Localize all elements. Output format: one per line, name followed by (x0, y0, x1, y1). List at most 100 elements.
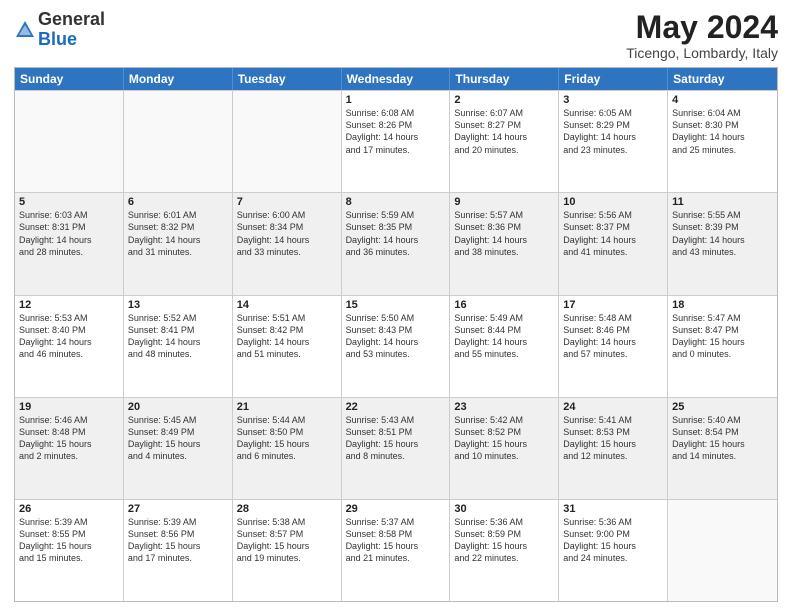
calendar-cell: 12Sunrise: 5:53 AM Sunset: 8:40 PM Dayli… (15, 296, 124, 397)
calendar-cell: 27Sunrise: 5:39 AM Sunset: 8:56 PM Dayli… (124, 500, 233, 601)
cell-info: Sunrise: 5:55 AM Sunset: 8:39 PM Dayligh… (672, 209, 773, 258)
cell-info: Sunrise: 6:03 AM Sunset: 8:31 PM Dayligh… (19, 209, 119, 258)
calendar-header: SundayMondayTuesdayWednesdayThursdayFrid… (15, 68, 777, 90)
cell-info: Sunrise: 6:01 AM Sunset: 8:32 PM Dayligh… (128, 209, 228, 258)
cell-info: Sunrise: 5:56 AM Sunset: 8:37 PM Dayligh… (563, 209, 663, 258)
logo-icon (14, 19, 36, 41)
calendar-cell: 13Sunrise: 5:52 AM Sunset: 8:41 PM Dayli… (124, 296, 233, 397)
cell-info: Sunrise: 5:43 AM Sunset: 8:51 PM Dayligh… (346, 414, 446, 463)
day-number: 5 (19, 196, 119, 208)
day-number: 22 (346, 401, 446, 413)
calendar-cell: 22Sunrise: 5:43 AM Sunset: 8:51 PM Dayli… (342, 398, 451, 499)
calendar-header-day: Thursday (450, 68, 559, 90)
calendar-cell: 30Sunrise: 5:36 AM Sunset: 8:59 PM Dayli… (450, 500, 559, 601)
cell-info: Sunrise: 5:42 AM Sunset: 8:52 PM Dayligh… (454, 414, 554, 463)
day-number: 17 (563, 299, 663, 311)
day-number: 16 (454, 299, 554, 311)
day-number: 15 (346, 299, 446, 311)
calendar-cell: 14Sunrise: 5:51 AM Sunset: 8:42 PM Dayli… (233, 296, 342, 397)
day-number: 12 (19, 299, 119, 311)
calendar-cell: 10Sunrise: 5:56 AM Sunset: 8:37 PM Dayli… (559, 193, 668, 294)
calendar-row: 5Sunrise: 6:03 AM Sunset: 8:31 PM Daylig… (15, 192, 777, 294)
calendar-cell: 16Sunrise: 5:49 AM Sunset: 8:44 PM Dayli… (450, 296, 559, 397)
calendar-cell: 5Sunrise: 6:03 AM Sunset: 8:31 PM Daylig… (15, 193, 124, 294)
calendar-cell: 1Sunrise: 6:08 AM Sunset: 8:26 PM Daylig… (342, 91, 451, 192)
cell-info: Sunrise: 5:53 AM Sunset: 8:40 PM Dayligh… (19, 312, 119, 361)
cell-info: Sunrise: 5:39 AM Sunset: 8:55 PM Dayligh… (19, 516, 119, 565)
calendar-row: 19Sunrise: 5:46 AM Sunset: 8:48 PM Dayli… (15, 397, 777, 499)
calendar-body: 1Sunrise: 6:08 AM Sunset: 8:26 PM Daylig… (15, 90, 777, 601)
day-number: 29 (346, 503, 446, 515)
day-number: 31 (563, 503, 663, 515)
day-number: 30 (454, 503, 554, 515)
logo-general: General (38, 9, 105, 29)
day-number: 28 (237, 503, 337, 515)
cell-info: Sunrise: 6:07 AM Sunset: 8:27 PM Dayligh… (454, 107, 554, 156)
page: General Blue May 2024 Ticengo, Lombardy,… (0, 0, 792, 612)
cell-info: Sunrise: 5:36 AM Sunset: 9:00 PM Dayligh… (563, 516, 663, 565)
calendar-cell: 31Sunrise: 5:36 AM Sunset: 9:00 PM Dayli… (559, 500, 668, 601)
month-title: May 2024 (626, 10, 778, 45)
calendar-cell: 19Sunrise: 5:46 AM Sunset: 8:48 PM Dayli… (15, 398, 124, 499)
cell-info: Sunrise: 5:57 AM Sunset: 8:36 PM Dayligh… (454, 209, 554, 258)
cell-info: Sunrise: 5:37 AM Sunset: 8:58 PM Dayligh… (346, 516, 446, 565)
day-number: 9 (454, 196, 554, 208)
calendar-header-day: Wednesday (342, 68, 451, 90)
cell-info: Sunrise: 5:46 AM Sunset: 8:48 PM Dayligh… (19, 414, 119, 463)
calendar: SundayMondayTuesdayWednesdayThursdayFrid… (14, 67, 778, 602)
cell-info: Sunrise: 5:39 AM Sunset: 8:56 PM Dayligh… (128, 516, 228, 565)
calendar-header-day: Sunday (15, 68, 124, 90)
calendar-cell: 25Sunrise: 5:40 AM Sunset: 8:54 PM Dayli… (668, 398, 777, 499)
location: Ticengo, Lombardy, Italy (626, 45, 778, 61)
cell-info: Sunrise: 5:51 AM Sunset: 8:42 PM Dayligh… (237, 312, 337, 361)
calendar-cell (668, 500, 777, 601)
calendar-cell: 20Sunrise: 5:45 AM Sunset: 8:49 PM Dayli… (124, 398, 233, 499)
calendar-cell: 17Sunrise: 5:48 AM Sunset: 8:46 PM Dayli… (559, 296, 668, 397)
day-number: 14 (237, 299, 337, 311)
calendar-cell: 23Sunrise: 5:42 AM Sunset: 8:52 PM Dayli… (450, 398, 559, 499)
calendar-cell: 24Sunrise: 5:41 AM Sunset: 8:53 PM Dayli… (559, 398, 668, 499)
cell-info: Sunrise: 6:08 AM Sunset: 8:26 PM Dayligh… (346, 107, 446, 156)
calendar-cell: 21Sunrise: 5:44 AM Sunset: 8:50 PM Dayli… (233, 398, 342, 499)
calendar-row: 26Sunrise: 5:39 AM Sunset: 8:55 PM Dayli… (15, 499, 777, 601)
day-number: 18 (672, 299, 773, 311)
cell-info: Sunrise: 5:40 AM Sunset: 8:54 PM Dayligh… (672, 414, 773, 463)
cell-info: Sunrise: 5:44 AM Sunset: 8:50 PM Dayligh… (237, 414, 337, 463)
calendar-cell: 2Sunrise: 6:07 AM Sunset: 8:27 PM Daylig… (450, 91, 559, 192)
cell-info: Sunrise: 6:00 AM Sunset: 8:34 PM Dayligh… (237, 209, 337, 258)
day-number: 1 (346, 94, 446, 106)
day-number: 4 (672, 94, 773, 106)
cell-info: Sunrise: 5:48 AM Sunset: 8:46 PM Dayligh… (563, 312, 663, 361)
calendar-row: 12Sunrise: 5:53 AM Sunset: 8:40 PM Dayli… (15, 295, 777, 397)
day-number: 25 (672, 401, 773, 413)
cell-info: Sunrise: 5:36 AM Sunset: 8:59 PM Dayligh… (454, 516, 554, 565)
day-number: 23 (454, 401, 554, 413)
calendar-cell: 7Sunrise: 6:00 AM Sunset: 8:34 PM Daylig… (233, 193, 342, 294)
cell-info: Sunrise: 5:59 AM Sunset: 8:35 PM Dayligh… (346, 209, 446, 258)
day-number: 26 (19, 503, 119, 515)
calendar-cell: 11Sunrise: 5:55 AM Sunset: 8:39 PM Dayli… (668, 193, 777, 294)
calendar-header-day: Monday (124, 68, 233, 90)
logo-text: General Blue (38, 10, 105, 50)
cell-info: Sunrise: 5:45 AM Sunset: 8:49 PM Dayligh… (128, 414, 228, 463)
calendar-cell: 18Sunrise: 5:47 AM Sunset: 8:47 PM Dayli… (668, 296, 777, 397)
calendar-header-day: Tuesday (233, 68, 342, 90)
calendar-cell (15, 91, 124, 192)
cell-info: Sunrise: 5:52 AM Sunset: 8:41 PM Dayligh… (128, 312, 228, 361)
header: General Blue May 2024 Ticengo, Lombardy,… (14, 10, 778, 61)
day-number: 10 (563, 196, 663, 208)
day-number: 19 (19, 401, 119, 413)
calendar-cell: 26Sunrise: 5:39 AM Sunset: 8:55 PM Dayli… (15, 500, 124, 601)
day-number: 27 (128, 503, 228, 515)
calendar-cell: 8Sunrise: 5:59 AM Sunset: 8:35 PM Daylig… (342, 193, 451, 294)
day-number: 21 (237, 401, 337, 413)
calendar-cell: 29Sunrise: 5:37 AM Sunset: 8:58 PM Dayli… (342, 500, 451, 601)
cell-info: Sunrise: 6:04 AM Sunset: 8:30 PM Dayligh… (672, 107, 773, 156)
calendar-row: 1Sunrise: 6:08 AM Sunset: 8:26 PM Daylig… (15, 90, 777, 192)
cell-info: Sunrise: 5:38 AM Sunset: 8:57 PM Dayligh… (237, 516, 337, 565)
day-number: 2 (454, 94, 554, 106)
calendar-cell: 6Sunrise: 6:01 AM Sunset: 8:32 PM Daylig… (124, 193, 233, 294)
calendar-cell (233, 91, 342, 192)
day-number: 7 (237, 196, 337, 208)
day-number: 11 (672, 196, 773, 208)
